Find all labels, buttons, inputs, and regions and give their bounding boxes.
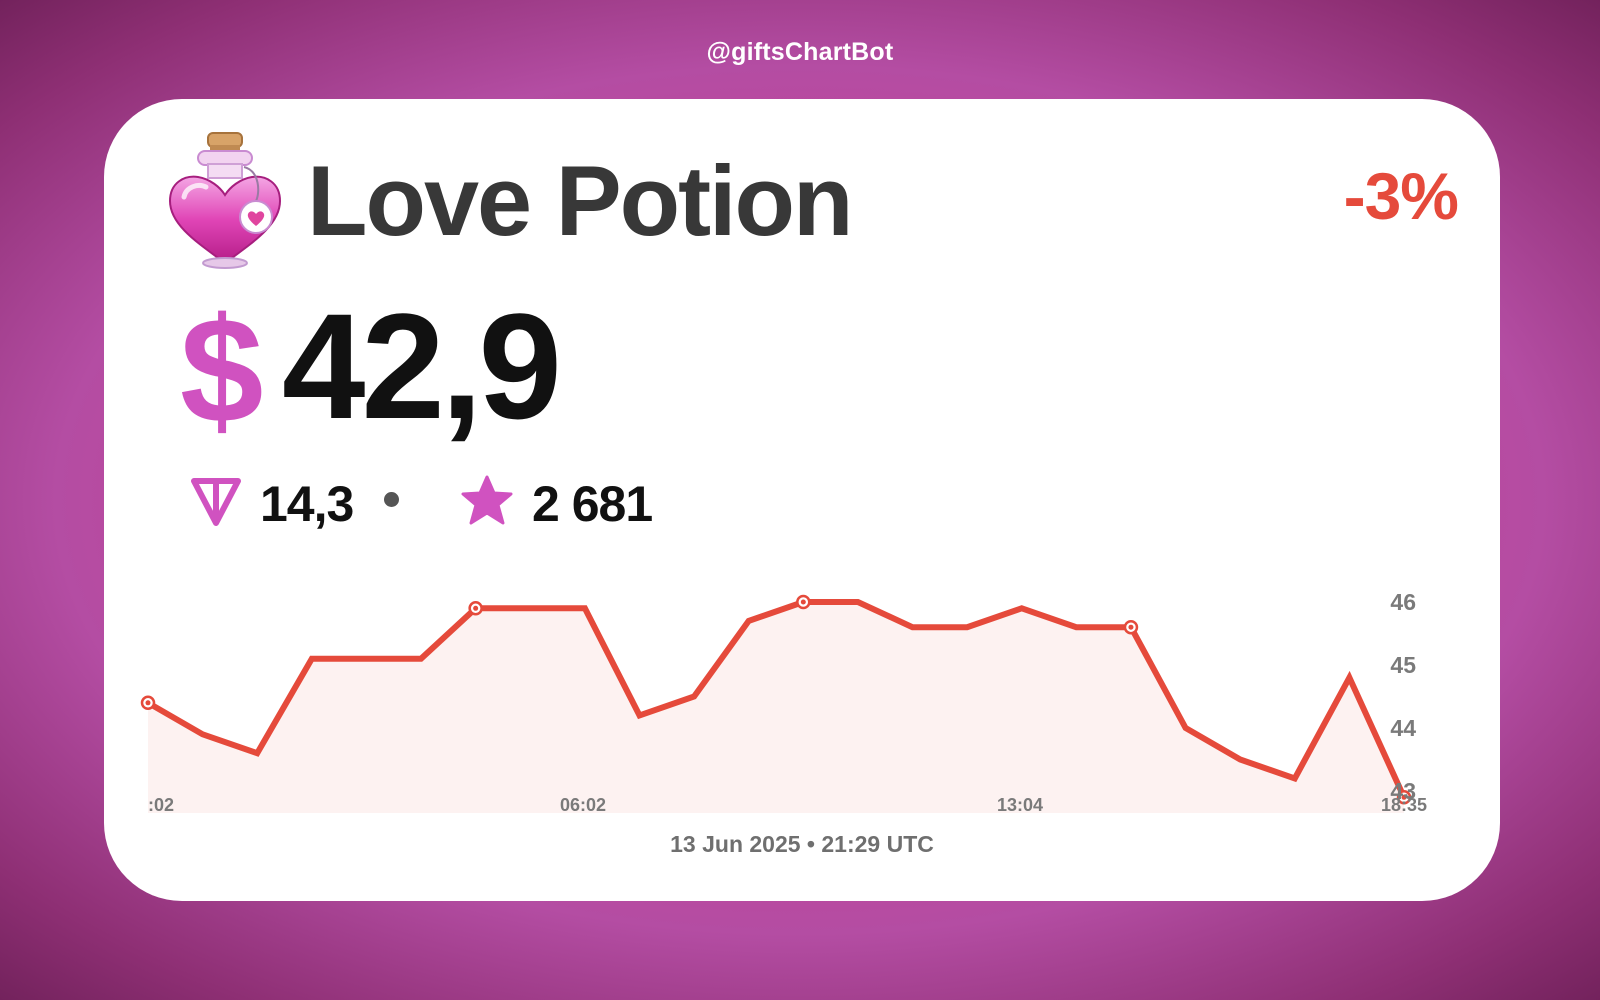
data-point-marker-core (145, 700, 151, 706)
data-point-marker-core (473, 605, 479, 611)
chart-area-fill (148, 602, 1404, 813)
y-tick-label: 46 (1390, 589, 1416, 615)
x-tick-label: 18:35 (1381, 795, 1427, 815)
x-tick-label: 06:02 (560, 795, 606, 815)
gift-card: Love Potion -3% $ 42,9 14,3 2 681 43 44 45… (104, 99, 1500, 901)
data-point-marker-core (800, 599, 806, 605)
y-tick-label: 44 (1390, 715, 1416, 741)
bot-handle: @giftsChartBot (706, 38, 894, 66)
x-tick-label: 13:04 (997, 795, 1043, 815)
timestamp: 13 Jun 2025 • 21:29 UTC (670, 831, 934, 857)
y-tick-label: 45 (1390, 652, 1416, 678)
data-point-marker-core (1128, 624, 1134, 630)
x-tick-label: :02 (148, 795, 174, 815)
price-line-chart: 43444546:02 06:02 13:04 18:35 (140, 589, 1427, 815)
